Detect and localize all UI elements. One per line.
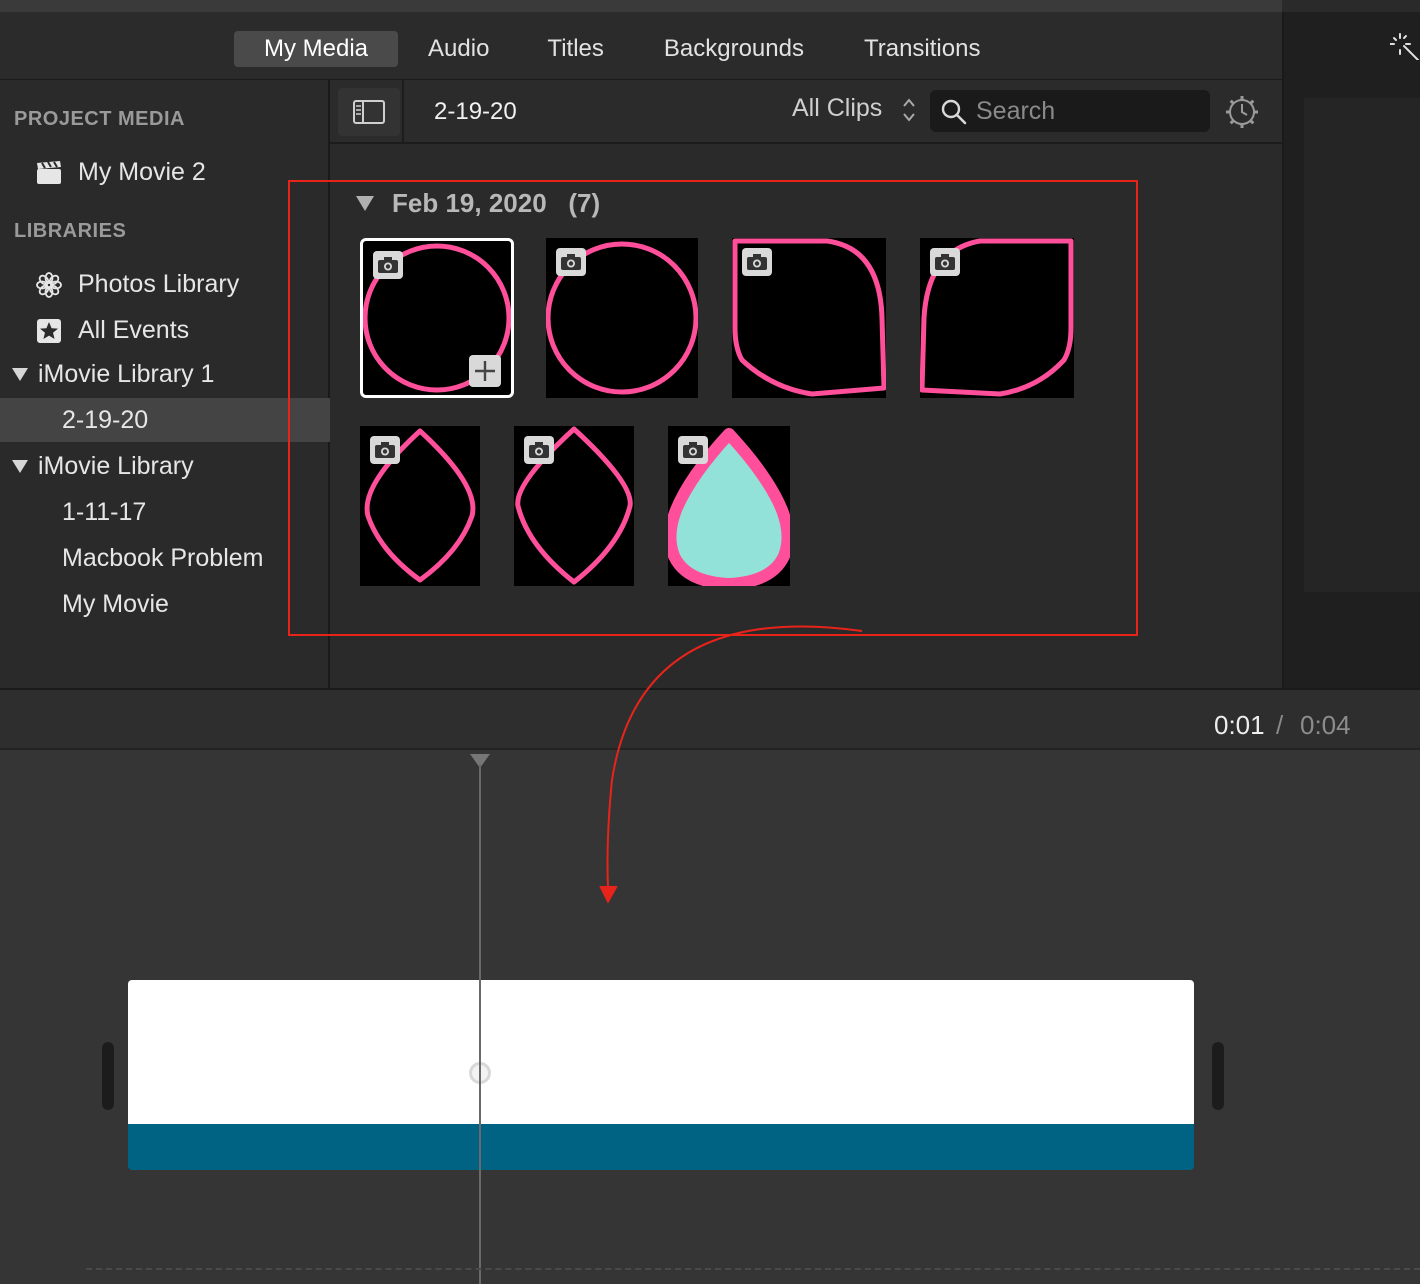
project-duration: 0:04 [1300, 710, 1351, 740]
sidebar-item-event-macbook-problem[interactable]: Macbook Problem [0, 536, 330, 580]
sidebar-item-event-2-19-20[interactable]: 2-19-20 [0, 398, 330, 442]
trim-handle-left[interactable] [102, 1042, 114, 1110]
sidebar-item-label: Macbook Problem [62, 544, 264, 572]
camera-icon [373, 251, 403, 279]
media-tabs: My Media Audio Titles Backgrounds Transi… [234, 31, 1010, 67]
media-browser: Feb 19, 2020 (7) [330, 146, 1282, 688]
search-field[interactable] [930, 90, 1210, 132]
collapse-triangle-icon[interactable] [356, 196, 374, 211]
magic-wand-icon[interactable] [1390, 30, 1420, 60]
camera-icon [930, 248, 960, 276]
disclosure-triangle-icon[interactable] [12, 460, 28, 473]
playhead-line[interactable] [479, 764, 481, 1284]
sidebar-item-event-1-11-17[interactable]: 1-11-17 [0, 490, 330, 534]
clip-thumbnail[interactable] [546, 238, 698, 398]
sidebar-item-project[interactable]: My Movie 2 [0, 150, 330, 194]
project-timeline[interactable] [0, 750, 1420, 1284]
tab-backgrounds[interactable]: Backgrounds [634, 31, 834, 67]
star-icon [37, 319, 61, 343]
camera-icon [370, 436, 400, 464]
time-separator: / [1276, 710, 1284, 740]
camera-icon [556, 248, 586, 276]
toolbar-divider [402, 80, 404, 144]
sidebar-item-label: All Events [78, 316, 190, 344]
date-group-header[interactable]: Feb 19, 2020 (7) [356, 188, 600, 219]
sidebar-item-label: iMovie Library [38, 452, 194, 480]
clip-thumbnail[interactable] [920, 238, 1074, 398]
search-icon [941, 99, 967, 125]
tab-titles[interactable]: Titles [517, 31, 633, 67]
viewer-panel [1282, 12, 1420, 688]
timeline-clip[interactable] [128, 980, 1194, 1170]
sidebar-item-imovie-library-1[interactable]: iMovie Library 1 [0, 352, 330, 396]
playhead-time: 0:01 [1214, 710, 1265, 740]
group-count: (7) [568, 188, 601, 218]
tab-my-media[interactable]: My Media [234, 31, 399, 67]
current-event-title: 2-19-20 [434, 98, 517, 125]
sidebar-item-label: My Movie 2 [78, 158, 206, 186]
media-tab-bar: My Media Audio Titles Backgrounds Transi… [0, 0, 1282, 80]
timeline-header: 0:01 / 0:04 [0, 688, 1420, 750]
browser-toolbar: 2-19-20 All Clips [330, 80, 1282, 144]
camera-icon [742, 248, 772, 276]
sidebar-item-label: My Movie [62, 590, 169, 618]
chevron-updown-icon[interactable] [902, 96, 916, 124]
search-input[interactable] [976, 90, 1202, 132]
sidebar-item-label: iMovie Library 1 [38, 360, 215, 388]
group-date: Feb 19, 2020 [392, 188, 547, 218]
camera-icon [524, 436, 554, 464]
tab-audio[interactable]: Audio [398, 31, 517, 67]
sidebar-item-all-events[interactable]: All Events [0, 308, 330, 352]
clip-filter-select[interactable]: All Clips [792, 94, 882, 123]
project-media-heading: PROJECT MEDIA [14, 108, 185, 130]
libraries-sidebar: PROJECT MEDIA My Movie 2 LIBRARIES Photo… [0, 80, 330, 688]
sidebar-item-imovie-library[interactable]: iMovie Library [0, 444, 330, 488]
trim-handle-right[interactable] [1212, 1042, 1224, 1110]
add-to-project-icon[interactable] [469, 355, 501, 387]
sidebar-item-event-my-movie[interactable]: My Movie [0, 582, 330, 626]
clip-thumbnail[interactable] [360, 426, 480, 586]
tab-transitions[interactable]: Transitions [834, 31, 1010, 67]
sidebar-item-label: 1-11-17 [62, 498, 147, 526]
camera-icon [678, 436, 708, 464]
photos-flower-icon [36, 272, 62, 298]
clip-thumbnail[interactable] [732, 238, 886, 398]
clip-thumbnail[interactable] [668, 426, 790, 586]
sidebar-item-label: 2-19-20 [62, 406, 149, 434]
clip-video-track[interactable] [128, 980, 1194, 1124]
disclosure-triangle-icon[interactable] [12, 368, 28, 381]
audio-lane-placeholder [86, 1268, 1420, 1284]
gear-icon[interactable] [1224, 94, 1260, 130]
libraries-heading: LIBRARIES [14, 220, 127, 242]
sidebar-toggle-icon [353, 100, 385, 124]
sidebar-item-label: Photos Library [78, 270, 240, 298]
clip-thumbnail[interactable] [514, 426, 634, 586]
viewer-canvas [1304, 98, 1420, 592]
clip-thumbnail[interactable] [360, 238, 514, 398]
sidebar-item-photos-library[interactable]: Photos Library [0, 262, 330, 306]
clapperboard-icon [37, 161, 61, 184]
clip-audio-track[interactable] [128, 1124, 1194, 1170]
toggle-sidebar-button[interactable] [338, 88, 400, 136]
